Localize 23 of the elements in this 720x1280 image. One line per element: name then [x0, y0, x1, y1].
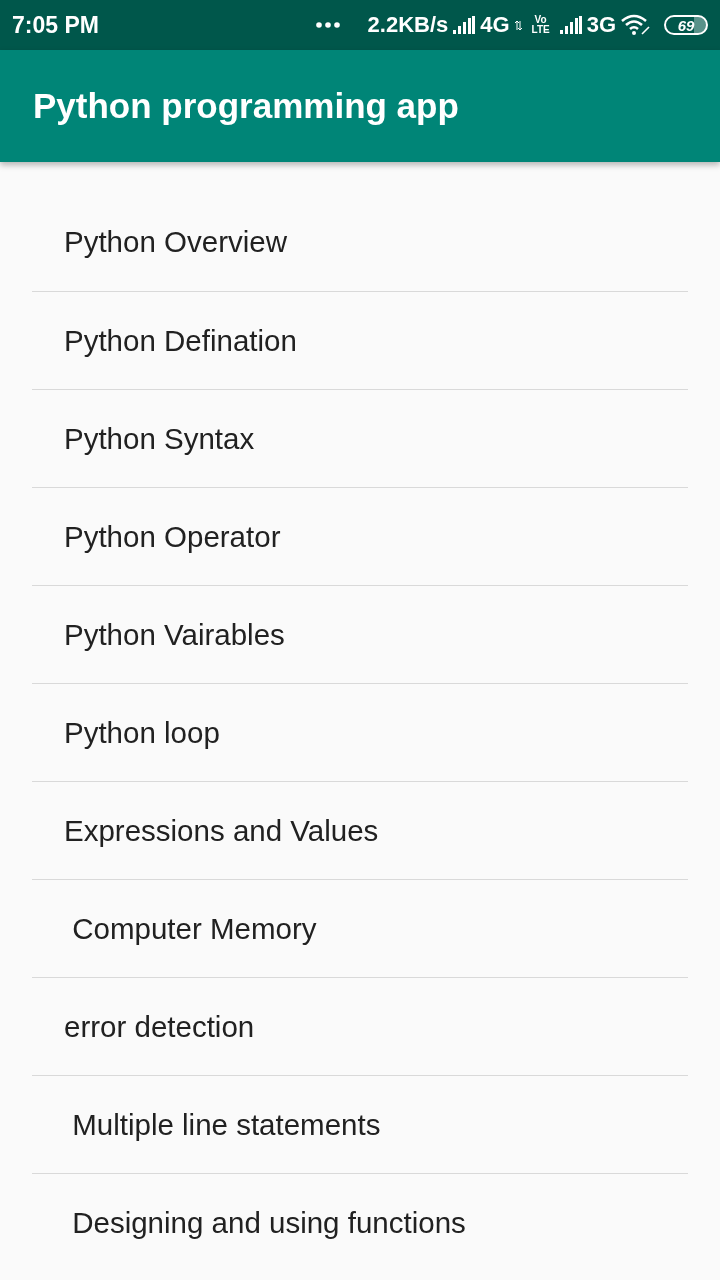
topic-item[interactable]: Multiple line statements [32, 1075, 688, 1173]
topic-item[interactable]: Python Syntax [32, 389, 688, 487]
signal-bars-icon [453, 16, 476, 34]
app-title: Python programming app [33, 86, 459, 126]
topic-item[interactable]: Python loop [32, 683, 688, 781]
transfer-arrows-icon [514, 20, 522, 30]
topic-item[interactable]: Computer Memory [32, 879, 688, 977]
wifi-icon [621, 14, 651, 36]
topic-item[interactable]: Designing and using functions [32, 1173, 688, 1271]
signal-bars-icon [559, 16, 582, 34]
status-time: 7:05 PM [12, 11, 99, 39]
topic-item[interactable]: Python Operator [32, 487, 688, 585]
battery-indicator: 69 [664, 15, 708, 35]
network-type: 4G [480, 12, 510, 38]
topic-item[interactable]: Expressions and Values [32, 781, 688, 879]
topic-item[interactable]: Python Vairables [32, 585, 688, 683]
more-dots-icon [315, 22, 340, 28]
volte-label: Vo LTE [530, 15, 551, 35]
topic-item[interactable]: Python Overview [32, 193, 688, 291]
topic-item[interactable]: error detection [32, 977, 688, 1075]
topic-item[interactable]: Python Defination [32, 291, 688, 389]
network-speed: 2.2KB/s [367, 12, 449, 38]
network-type: 3G [586, 12, 616, 38]
